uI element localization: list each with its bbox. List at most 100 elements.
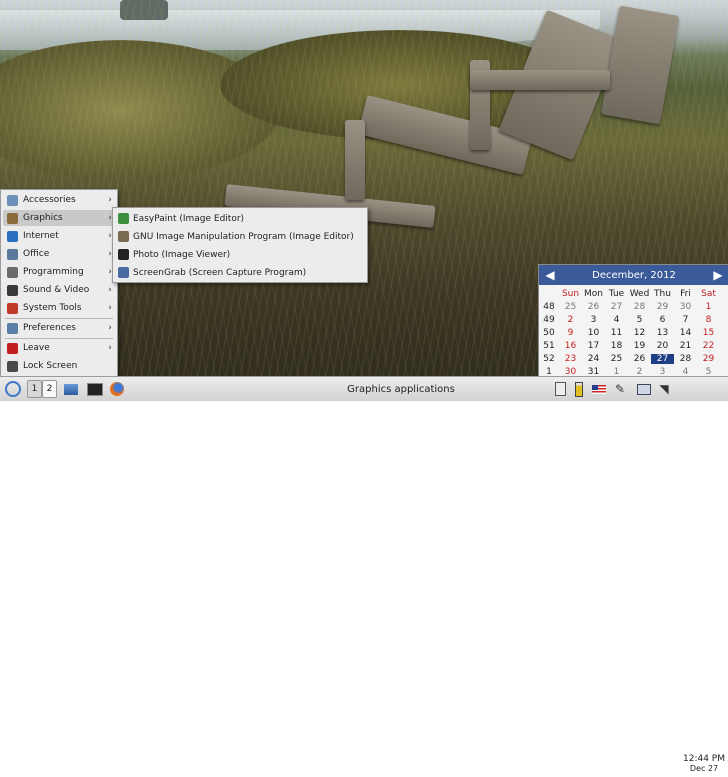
calendar-day[interactable]: 1 [697,302,720,312]
chevron-right-icon: › [108,343,112,353]
menu-item-graphics[interactable]: Graphics › [3,210,115,226]
calendar-day[interactable]: 2 [628,367,651,377]
calendar-day[interactable]: 10 [582,328,605,338]
calendar-weekday: Sat [701,288,716,299]
menu-item-label: Lock Screen [23,361,78,371]
system-tools-icon [7,302,18,314]
calendar-day[interactable]: 14 [674,328,697,338]
calendar-day[interactable]: 4 [674,367,697,377]
color-picker-tray-icon[interactable]: ✎ [612,380,628,398]
menu-item-label: Preferences [23,323,76,333]
calendar-day[interactable]: 16 [559,341,582,351]
show-desktop-button[interactable] [62,380,80,398]
menu-item-label: Programming [23,267,84,277]
gimp-icon [118,231,129,242]
calendar-weekday: Thu [654,288,671,299]
calendar-day[interactable]: 5 [697,367,720,377]
calendar-day[interactable]: 27 [651,353,674,364]
calendar-day[interactable]: 3 [651,367,674,377]
submenu-item-label: Photo (Image Viewer) [133,249,231,260]
calendar-day[interactable]: 11 [605,328,628,338]
menu-item-preferences[interactable]: Preferences › [3,320,115,336]
calendar-day[interactable]: 4 [605,315,628,325]
taskbar-window-title[interactable]: Graphics applications [346,380,456,398]
calendar-day[interactable]: 23 [559,354,582,364]
clipboard-tray-icon[interactable] [552,380,568,398]
calendar-day[interactable]: 25 [559,302,582,312]
main-menu-icon [5,381,21,397]
calendar-day[interactable]: 17 [582,341,605,351]
calendar-day[interactable]: 13 [651,328,674,338]
main-menu-button[interactable] [2,380,24,398]
submenu-item-label: ScreenGrab (Screen Capture Program) [133,267,307,278]
calendar-day[interactable]: 28 [674,354,697,364]
menu-item-internet[interactable]: Internet › [3,228,115,244]
calendar-day[interactable]: 7 [674,315,697,325]
calendar-prev-arrow-icon[interactable]: ◀ [542,267,558,283]
calendar-day[interactable]: 2 [559,315,582,325]
bench-plank [470,70,610,90]
menu-item-label: Accessories [23,195,76,205]
submenu-item-photo-viewer[interactable]: Photo (Image Viewer) [115,246,365,263]
easypaint-icon [118,213,129,224]
calendar-weekday: Mon [584,288,603,299]
calendar-week-number: 1 [546,366,552,377]
calendar-day[interactable]: 6 [651,315,674,325]
menu-item-sound-video[interactable]: Sound & Video › [3,282,115,298]
calendar-day[interactable]: 3 [582,315,605,325]
menu-item-lock-screen[interactable]: Lock Screen [3,358,115,374]
calendar-day[interactable]: 5 [628,315,651,325]
menu-item-system-tools[interactable]: System Tools › [3,300,115,316]
menu-item-label: Graphics [23,213,63,223]
battery-tray-icon[interactable] [572,380,586,398]
calendar-day[interactable]: 21 [674,341,697,351]
menu-item-office[interactable]: Office › [3,246,115,262]
clock[interactable]: 12:44 PM Dec 27 [680,754,728,777]
calendar-day[interactable]: 31 [582,367,605,377]
desktop-switch-2[interactable]: 2 [42,380,57,398]
menu-separator [5,338,113,339]
calendar-day[interactable]: 1 [605,367,628,377]
menu-item-leave[interactable]: Leave › [3,340,115,356]
battery-icon [575,381,583,397]
submenu-item-gimp[interactable]: GNU Image Manipulation Program (Image Ed… [115,228,365,245]
calendar-grid: Sun Mon Tue Wed Thu Fri Sat 48 25 26 27 28 29 30 1 49 2 3… [539,287,728,378]
calendar-day[interactable]: 30 [674,302,697,312]
calendar-day[interactable]: 12 [628,328,651,338]
internet-icon [7,230,18,242]
calendar-day[interactable]: 24 [582,354,605,364]
calendar-day[interactable]: 30 [559,367,582,377]
volume-tray-icon[interactable]: ◥ [656,380,672,398]
calendar-week-row: 50 9 10 11 12 13 14 15 [539,326,728,339]
volume-icon: ◥ [659,382,669,396]
menu-item-programming[interactable]: Programming › [3,264,115,280]
submenu-item-screengrab[interactable]: ScreenGrab (Screen Capture Program) [115,264,365,281]
calendar-day[interactable]: 29 [697,354,720,364]
calendar-day[interactable]: 28 [628,302,651,312]
calendar-day[interactable]: 8 [697,315,720,325]
calendar-day[interactable]: 15 [697,328,720,338]
calendar-day[interactable]: 27 [605,302,628,312]
calendar-day[interactable]: 26 [582,302,605,312]
network-tray-icon[interactable] [636,380,652,398]
calendar-day[interactable]: 19 [628,341,651,351]
firefox-launcher[interactable] [108,380,126,398]
calendar-popup: ◀ December, 2012 ▶ Sun Mon Tue Wed Thu Fri Sat… [538,264,728,378]
calendar-day[interactable]: 18 [605,341,628,351]
calendar-week-number: 51 [543,340,555,351]
menu-item-accessories[interactable]: Accessories › [3,192,115,208]
submenu-item-easypaint[interactable]: EasyPaint (Image Editor) [115,210,365,227]
desktop-switch-1[interactable]: 1 [27,380,42,398]
calendar-day[interactable]: 29 [651,302,674,312]
calendar-day[interactable]: 25 [605,354,628,364]
calendar-day[interactable]: 20 [651,341,674,351]
calendar-month-label: December, 2012 [592,269,676,281]
graphics-submenu: EasyPaint (Image Editor) GNU Image Manipu… [112,207,368,283]
terminal-launcher[interactable] [86,380,104,398]
keyboard-layout-tray-icon[interactable] [590,380,608,398]
calendar-weekday: Wed [629,288,650,299]
calendar-next-arrow-icon[interactable]: ▶ [710,267,726,283]
calendar-day[interactable]: 26 [628,354,651,364]
calendar-day[interactable]: 22 [697,341,720,351]
calendar-day[interactable]: 9 [559,328,582,338]
